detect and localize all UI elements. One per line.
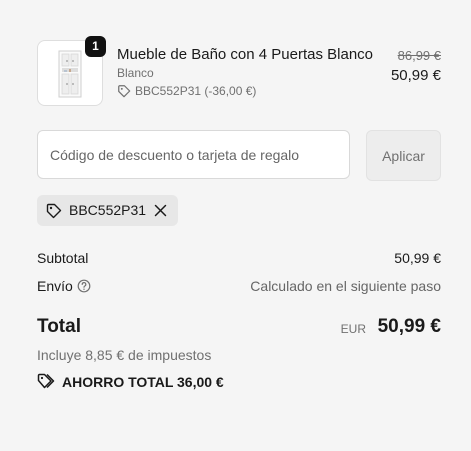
price-original: 86,99 € xyxy=(397,48,441,63)
product-discount-text: BBC552P31 (-36,00 €) xyxy=(135,84,257,98)
tag-icon xyxy=(118,85,131,98)
line-item: 1 Mueble de Baño con 4 Puertas Blanco Bl… xyxy=(37,36,441,106)
close-icon[interactable] xyxy=(154,204,167,217)
product-discount-line: BBC552P31 (-36,00 €) xyxy=(117,84,256,98)
question-circle-icon[interactable] xyxy=(77,279,91,293)
shipping-value: Calculado en el siguiente paso xyxy=(250,278,441,294)
applied-discount-code: BBC552P31 xyxy=(69,202,147,218)
applied-discount-chip: BBC552P31 xyxy=(37,195,178,226)
savings-label: AHORRO TOTAL xyxy=(62,374,174,390)
total-row: Total EUR 50,99 € xyxy=(37,316,441,342)
total-label: Total xyxy=(37,316,81,337)
tax-note: Incluye 8,85 € de impuestos xyxy=(37,347,212,363)
discount-code-input[interactable] xyxy=(37,130,350,179)
currency-code: EUR xyxy=(340,322,366,336)
subtotal-value: 50,99 € xyxy=(394,250,441,266)
savings-value: 36,00 € xyxy=(177,374,224,390)
product-variant: Blanco xyxy=(117,66,154,80)
apply-discount-button[interactable]: Aplicar xyxy=(366,130,441,181)
tag-icon xyxy=(46,203,62,219)
total-value: 50,99 € xyxy=(377,316,441,337)
shipping-label: Envío xyxy=(37,278,73,294)
product-title: Mueble de Baño con 4 Puertas Blanco xyxy=(117,46,374,63)
price-current: 50,99 € xyxy=(390,67,441,84)
quantity-badge: 1 xyxy=(85,36,106,57)
subtotal-label: Subtotal xyxy=(37,250,89,266)
tags-icon xyxy=(37,373,55,389)
